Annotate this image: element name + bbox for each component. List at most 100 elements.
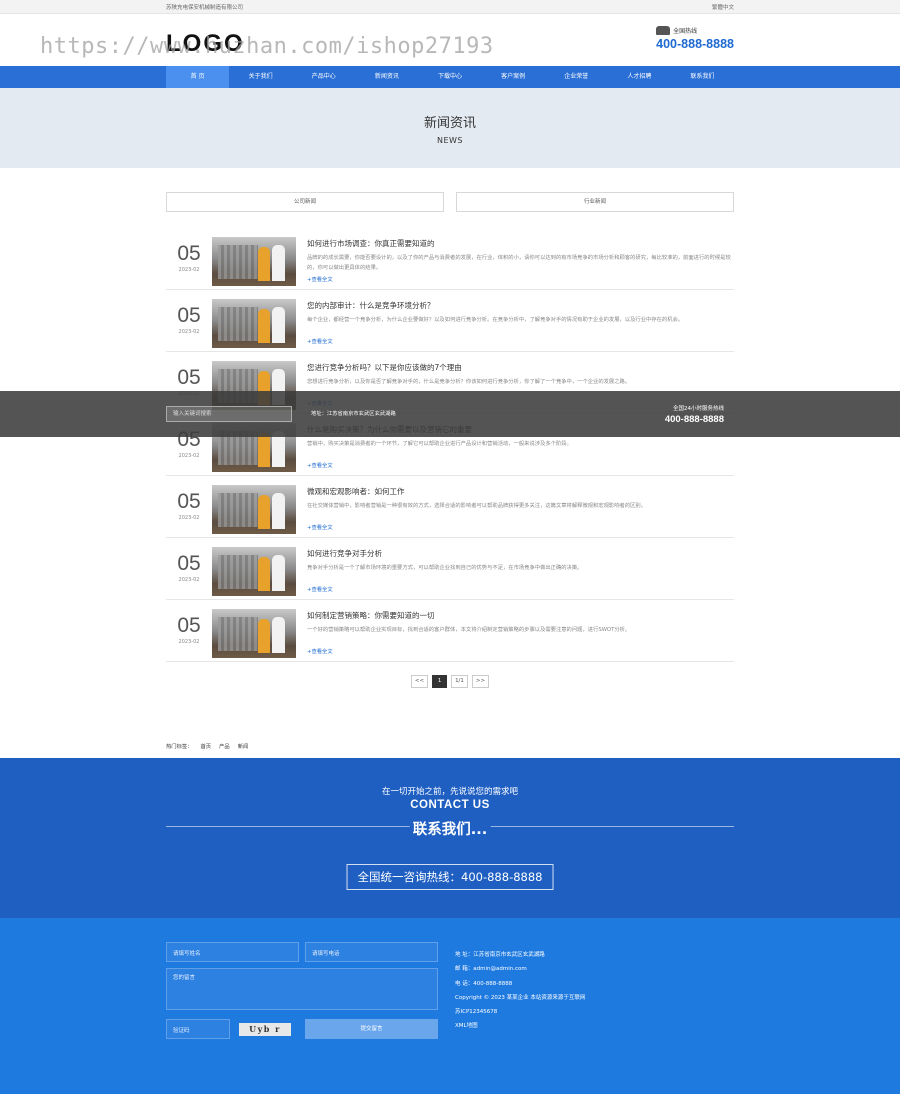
tag-link[interactable]: 首页: [201, 742, 212, 750]
nav-honors[interactable]: 企业荣誉: [545, 66, 608, 88]
thumb-person: [272, 307, 285, 343]
news-summary: 在社交媒体营销中，影响者营销是一种很有效的方式，选择合适的影响者可以帮助品牌获得…: [307, 503, 647, 509]
read-more-link[interactable]: +查看全文: [307, 461, 734, 469]
captcha-field[interactable]: 验证码: [166, 1019, 230, 1039]
contact-cn-title: 联系我们...: [409, 818, 491, 839]
thumb-person: [258, 247, 270, 281]
news-summary: 营销中，购买决策是消费者的一个环节，了解它可以帮助企业进行产品设计和营销活动，一…: [307, 441, 572, 447]
news-title[interactable]: 如何进行竞争对手分析: [307, 548, 734, 559]
thumb-person: [258, 309, 270, 343]
submit-button[interactable]: 提交留言: [305, 1019, 438, 1039]
nav-jobs[interactable]: 人才招聘: [608, 66, 671, 88]
read-more-link[interactable]: +查看全文: [307, 585, 734, 593]
news-list: 05 2023-02 如何进行市场调查：你真正需要知道的品牌的的成长需要，你能否要设…: [166, 228, 734, 662]
hotline: 全国热线 400-888-8888: [656, 26, 734, 51]
news-title[interactable]: 您进行竞争分析吗？以下是你应该做的7个理由: [307, 362, 734, 373]
pagination: << 1 1/1 >>: [166, 675, 734, 688]
news-thumbnail[interactable]: [212, 547, 296, 596]
search-input[interactable]: 输入关键词搜索: [166, 406, 292, 422]
tag-link[interactable]: 新闻: [238, 742, 249, 750]
news-date: 05 2023-02: [166, 299, 212, 351]
news-summary: 品牌的的成长需要，你能否要设计的，以及了你的产品与消费者的发展，在行业，体积的小…: [307, 255, 731, 271]
message-field[interactable]: 您的留言: [166, 968, 438, 1010]
tag-link[interactable]: 产品: [219, 742, 230, 750]
news-title[interactable]: 如何制定营销策略：你需要知道的一切: [307, 610, 734, 621]
news-year-month: 2023-02: [178, 577, 200, 583]
contact-en-title: CONTACT US: [410, 799, 490, 811]
read-more-link[interactable]: +查看全文: [307, 275, 734, 283]
pager-last[interactable]: >>: [471, 675, 490, 688]
thumb-person: [272, 245, 285, 281]
pager-pages: 1/1: [451, 675, 468, 688]
floating-bar: 输入关键词搜索 地址：江苏省南京市玄武区玄武湖路 全国24小时服务热线 400-…: [0, 391, 900, 437]
news-year-month: 2023-02: [178, 515, 200, 521]
tab-industry-news[interactable]: 行业新闻: [456, 192, 734, 212]
footer-sitemap[interactable]: XML地图: [455, 1019, 585, 1033]
news-summary: 竞争对手分析是一个了解市场环境的重要方式，可以帮助企业找到自己的优势与不足，在市…: [307, 565, 583, 571]
news-thumbnail[interactable]: [212, 299, 296, 348]
news-day: 05: [177, 304, 201, 327]
news-item[interactable]: 05 2023-02 如何进行竞争对手分析竞争对手分析是一个了解市场环境的重要方式，…: [166, 538, 734, 600]
name-field[interactable]: 请填写姓名: [166, 942, 299, 962]
footer: 请填写姓名 请填写电话 您的留言 验证码 Uyb r 提交留言 地 址：江苏省南…: [0, 918, 900, 1094]
news-body: 您的内部审计：什么是竞争环境分析？ 每个企业，都经营一个竞争分析，为什么企业要做好…: [307, 299, 734, 351]
hotline-label: 全国热线: [673, 28, 698, 35]
read-more-link[interactable]: +查看全文: [307, 647, 734, 655]
news-item[interactable]: 05 2023-02 如何制定营销策略：你需要知道的一切 一个好的营销策略可以帮助企业…: [166, 600, 734, 662]
tags-label: 热门标签：: [166, 744, 193, 750]
news-date: 05 2023-02: [166, 547, 212, 599]
news-thumbnail[interactable]: [212, 609, 296, 658]
nav-contact[interactable]: 联系我们: [671, 66, 734, 88]
thumb-building: [218, 617, 258, 651]
float-address: 地址：江苏省南京市玄武区玄武湖路: [311, 411, 396, 417]
news-thumbnail[interactable]: [212, 237, 296, 286]
news-day: 05: [177, 242, 201, 265]
news-day: 05: [177, 366, 201, 389]
language-link[interactable]: 繁體中文: [712, 3, 734, 11]
thumb-building: [218, 493, 258, 527]
thumb-person: [258, 495, 270, 529]
news-item[interactable]: 05 2023-02 微观和宏观影响者：如何工作在社交媒体营销中，影响者营销是一种很…: [166, 476, 734, 538]
news-body: 如何进行竞争对手分析竞争对手分析是一个了解市场环境的重要方式，可以帮助企业找到自…: [307, 547, 734, 599]
service-number: 400-888-8888: [664, 414, 724, 425]
header: LOGO https://www.huzhan.com/ishop27193 全…: [0, 14, 900, 66]
news-day: 05: [177, 490, 201, 513]
tab-company-news[interactable]: 公司新闻: [166, 192, 444, 212]
news-item[interactable]: 05 2023-02 如何进行市场调查：你真正需要知道的品牌的的成长需要，你能否要设…: [166, 228, 734, 290]
news-thumbnail[interactable]: [212, 485, 296, 534]
nav-cases[interactable]: 客户案例: [482, 66, 545, 88]
news-body: 如何制定营销策略：你需要知道的一切 一个好的营销策略可以帮助企业实现目标，找到合适…: [307, 609, 734, 661]
read-more-link[interactable]: +查看全文: [307, 337, 734, 345]
pager-current[interactable]: 1: [432, 675, 448, 688]
thumb-person: [258, 433, 270, 467]
nav-download[interactable]: 下载中心: [418, 66, 481, 88]
thumb-building: [218, 555, 258, 589]
nav-home[interactable]: 首 页: [166, 66, 230, 88]
contact-section: 在一切开始之前，先说说您的需求吧 CONTACT US 联系我们... 全国统一…: [0, 758, 900, 918]
read-more-link[interactable]: +查看全文: [307, 523, 734, 531]
news-year-month: 2023-02: [178, 267, 200, 273]
pager-first[interactable]: <<: [410, 675, 429, 688]
news-date: 05 2023-02: [166, 485, 212, 537]
news-date: 05 2023-02: [166, 609, 212, 661]
news-title[interactable]: 如何进行市场调查：你真正需要知道的: [307, 238, 734, 249]
nav-about[interactable]: 关于我们: [229, 66, 292, 88]
nav-news[interactable]: 新闻资讯: [355, 66, 418, 88]
news-title[interactable]: 微观和宏观影响者：如何工作: [307, 486, 734, 497]
news-title[interactable]: 您的内部审计：什么是竞争环境分析？: [307, 300, 734, 311]
footer-info: 地 址：江苏省南京市玄武区玄武湖路 邮 箱：admin@admin.com 电 …: [455, 948, 585, 1034]
captcha-image[interactable]: Uyb r: [239, 1023, 291, 1036]
thumb-building: [218, 245, 258, 279]
phone-field[interactable]: 请填写电话: [305, 942, 438, 962]
news-year-month: 2023-02: [178, 329, 200, 335]
footer-icp[interactable]: 苏ICP12345678: [455, 1005, 585, 1019]
top-bar: 苏陕充电保安机械制造有限公司 繁體中文: [0, 0, 900, 14]
news-item[interactable]: 05 2023-02 您的内部审计：什么是竞争环境分析？ 每个企业，都经营一个竞争分析…: [166, 290, 734, 352]
thumb-person: [272, 555, 285, 591]
nav-products[interactable]: 产品中心: [292, 66, 355, 88]
footer-copyright: Copyright © 2023 某某企业 本站资源来源于互联网: [455, 994, 586, 1001]
footer-email: 邮 箱：admin@admin.com: [455, 966, 527, 973]
thumb-person: [272, 617, 285, 653]
thumb-person: [258, 557, 270, 591]
news-day: 05: [177, 614, 201, 637]
